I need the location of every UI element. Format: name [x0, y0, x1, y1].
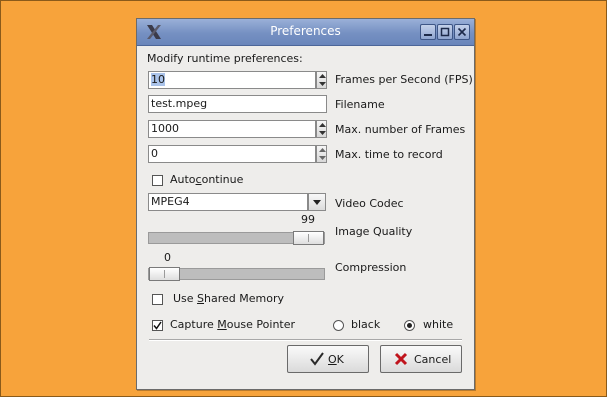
max-frames-label: Max. number of Frames — [335, 123, 466, 136]
video-codec-select[interactable]: MPEG4 — [148, 193, 308, 211]
maximize-icon — [440, 27, 450, 37]
capture-mouse-label[interactable]: Capture Mouse Pointer — [170, 318, 295, 331]
check-icon — [153, 321, 162, 330]
minimize-button[interactable] — [420, 24, 436, 40]
compression-value: 0 — [164, 251, 171, 264]
image-quality-thumb[interactable] — [293, 231, 324, 245]
filename-label: Filename — [335, 98, 385, 111]
x-icon — [394, 352, 408, 366]
title-bar[interactable]: Preferences — [137, 19, 474, 46]
chevron-down-icon — [313, 200, 321, 205]
autocontinue-label[interactable]: Autocontinue — [170, 173, 243, 186]
dialog-heading: Modify runtime preferences: — [147, 52, 303, 65]
black-radio-label[interactable]: black — [351, 318, 380, 331]
minimize-icon — [424, 34, 432, 36]
filename-input[interactable]: test.mpeg — [148, 95, 327, 113]
shared-memory-label[interactable]: Use Shared Memory — [173, 292, 284, 305]
cancel-label: Cancel — [414, 353, 452, 366]
close-button[interactable] — [454, 24, 470, 40]
compression-thumb[interactable] — [149, 267, 180, 281]
max-frames-input[interactable]: 1000 — [148, 120, 316, 138]
ok-button[interactable]: OK — [287, 345, 369, 373]
max-time-label: Max. time to record — [335, 148, 443, 161]
autocontinue-checkbox[interactable] — [152, 175, 163, 186]
fps-label: Frames per Second (FPS) — [335, 73, 473, 86]
max-frames-spinner[interactable] — [316, 120, 327, 138]
video-codec-dropdown-button[interactable] — [308, 193, 326, 211]
spin-arrows-icon — [319, 74, 326, 86]
compression-label: Compression — [335, 261, 407, 274]
check-icon — [310, 352, 324, 366]
compression-slider[interactable] — [148, 267, 325, 281]
separator — [149, 339, 462, 341]
radio-selected-dot — [407, 323, 412, 328]
black-radio[interactable] — [333, 320, 344, 331]
max-time-input[interactable]: 0 — [148, 145, 316, 163]
cancel-button[interactable]: Cancel — [380, 345, 462, 373]
shared-memory-checkbox[interactable] — [152, 294, 163, 305]
image-quality-value: 99 — [301, 213, 315, 226]
maximize-button[interactable] — [437, 24, 453, 40]
spin-arrows-icon — [319, 123, 326, 135]
video-codec-label: Video Codec — [335, 197, 404, 210]
image-quality-slider[interactable] — [148, 231, 325, 245]
ok-label: OK — [328, 353, 344, 366]
max-time-spinner[interactable] — [316, 145, 327, 163]
white-radio-label[interactable]: white — [423, 318, 453, 331]
close-icon — [457, 27, 467, 37]
preferences-dialog: Preferences Modify runtime preferences: … — [136, 18, 475, 390]
fps-value: 10 — [151, 73, 165, 86]
capture-mouse-checkbox[interactable] — [152, 320, 163, 331]
spin-arrows-icon — [319, 148, 326, 160]
white-radio[interactable] — [404, 320, 415, 331]
fps-input[interactable]: 10 — [148, 71, 316, 89]
image-quality-label: Image Quality — [335, 225, 413, 238]
fps-spinner[interactable] — [316, 71, 327, 89]
